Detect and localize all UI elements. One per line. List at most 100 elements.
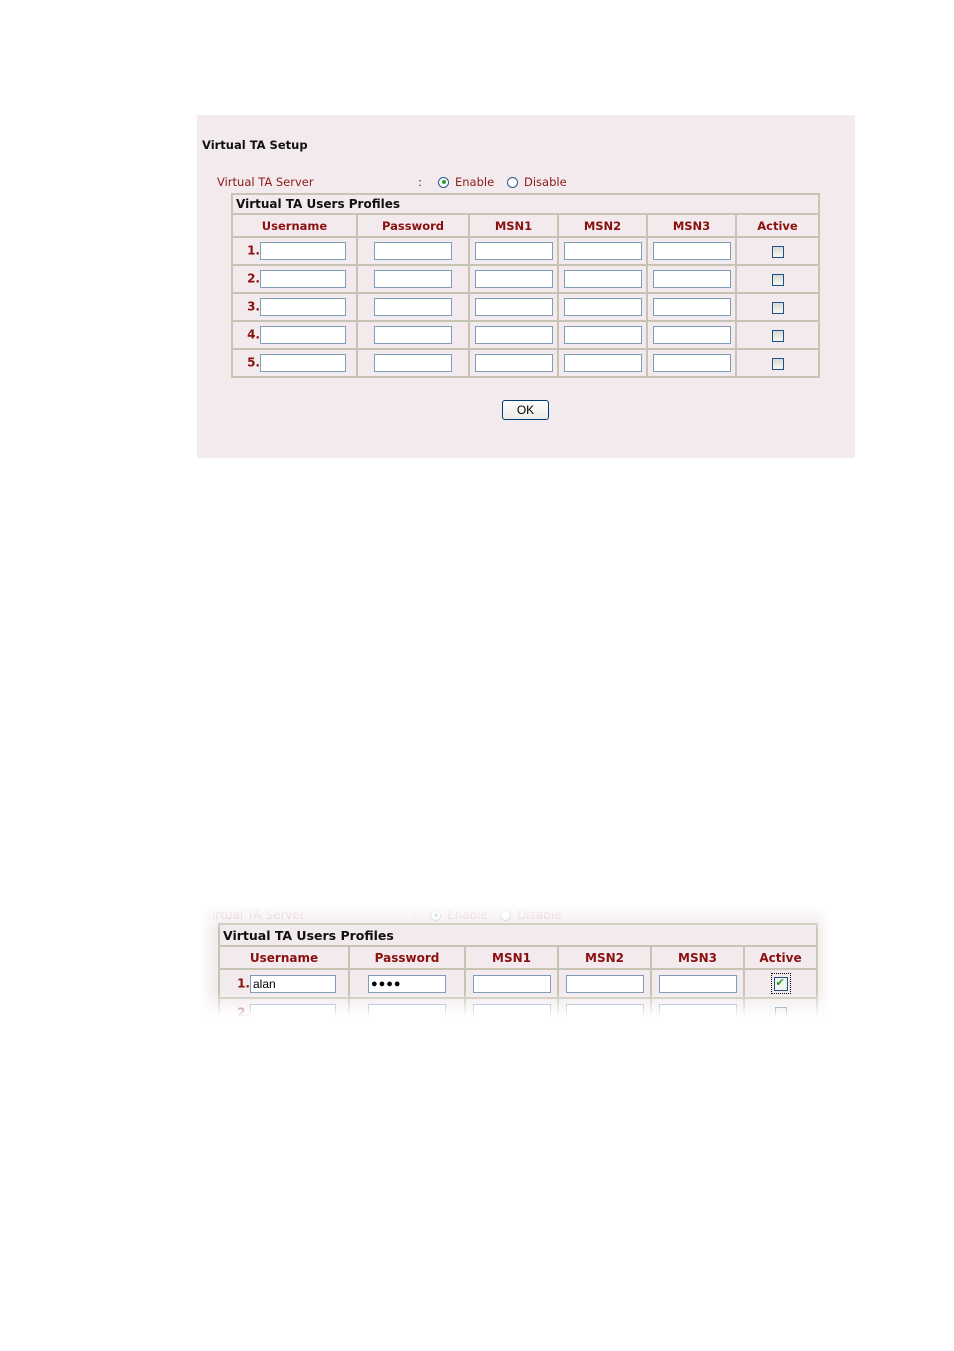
column-header-msn3: MSN3 xyxy=(646,213,737,238)
password-cell xyxy=(356,236,470,266)
password-input[interactable] xyxy=(374,270,452,288)
row-number: 5. xyxy=(247,355,260,370)
username-cell: 5. xyxy=(231,348,358,378)
table-row: 3. xyxy=(231,292,820,322)
password-input[interactable] xyxy=(374,326,452,344)
username-cell: 1. xyxy=(231,236,358,266)
msn1-input[interactable] xyxy=(474,298,553,316)
password-cell xyxy=(356,348,470,378)
table-row: 2. xyxy=(231,264,820,294)
username-input[interactable] xyxy=(260,270,346,288)
detail-column-header-msn3: MSN3 xyxy=(650,945,745,970)
msn2-input[interactable] xyxy=(563,270,642,288)
virtual-ta-server-label: Virtual TA Server xyxy=(217,175,314,189)
enable-radio[interactable] xyxy=(438,176,449,188)
msn1-cell xyxy=(468,320,559,350)
password-input[interactable] xyxy=(374,242,452,260)
table-row: 5. xyxy=(231,348,820,378)
detail-screenshot-crop: Virtual TA Server : Enable Disable Virtu… xyxy=(200,905,830,1020)
msn3-cell xyxy=(646,292,737,322)
msn1-input[interactable] xyxy=(472,974,551,993)
active-checkbox[interactable] xyxy=(771,273,784,286)
msn1-input[interactable] xyxy=(474,326,553,344)
separator-colon: : xyxy=(418,175,422,189)
msn2-cell xyxy=(557,236,648,266)
password-cell xyxy=(356,264,470,294)
active-cell xyxy=(735,264,820,294)
msn3-cell xyxy=(646,236,737,266)
enable-radio-label[interactable]: Enable xyxy=(455,175,494,189)
username-input[interactable] xyxy=(260,242,346,260)
msn3-input[interactable] xyxy=(652,298,731,316)
active-checkbox[interactable] xyxy=(771,301,784,314)
msn1-input[interactable] xyxy=(474,270,553,288)
msn1-cell xyxy=(468,348,559,378)
detail-column-header-msn2: MSN2 xyxy=(557,945,652,970)
msn1-cell xyxy=(468,264,559,294)
fade-overlay-right xyxy=(816,905,830,1020)
msn3-cell xyxy=(646,320,737,350)
active-checkbox[interactable] xyxy=(773,976,788,991)
password-input[interactable] xyxy=(374,298,452,316)
detail-column-header-msn1: MSN1 xyxy=(464,945,559,970)
virtual-ta-server-setting: Virtual TA Server : Enable Disable xyxy=(217,175,857,191)
fade-overlay-bottom xyxy=(200,992,830,1020)
row-number: 4. xyxy=(247,327,260,342)
table-row: 4. xyxy=(231,320,820,350)
ok-button[interactable]: OK xyxy=(502,400,549,420)
msn3-input[interactable] xyxy=(652,354,731,372)
msn2-cell xyxy=(557,292,648,322)
disable-radio-option[interactable]: Disable xyxy=(507,175,567,189)
fade-overlay-top xyxy=(200,905,830,929)
table-row: 1. xyxy=(231,236,820,266)
table-caption: Virtual TA Users Profiles xyxy=(231,193,820,215)
page-title: Virtual TA Setup xyxy=(202,138,308,152)
msn1-input[interactable] xyxy=(474,354,553,372)
msn2-input[interactable] xyxy=(563,326,642,344)
detail-column-header-username: Username xyxy=(218,945,350,970)
msn3-input[interactable] xyxy=(652,242,731,260)
row-number: 2. xyxy=(247,271,260,286)
column-header-password: Password xyxy=(356,213,470,238)
msn2-input[interactable] xyxy=(563,242,642,260)
msn3-input[interactable] xyxy=(652,270,731,288)
detail-column-header-password: Password xyxy=(348,945,466,970)
username-cell: 4. xyxy=(231,320,358,350)
active-checkbox[interactable] xyxy=(771,245,784,258)
fade-overlay-left xyxy=(200,905,218,1020)
password-input[interactable] xyxy=(374,354,452,372)
msn2-cell xyxy=(557,320,648,350)
row-number: 3. xyxy=(247,299,260,314)
column-header-msn2: MSN2 xyxy=(557,213,648,238)
msn3-input[interactable] xyxy=(658,974,737,993)
password-input[interactable]: ●●●● xyxy=(368,974,446,993)
msn2-input[interactable] xyxy=(565,974,644,993)
msn2-input[interactable] xyxy=(563,354,642,372)
disable-radio[interactable] xyxy=(507,176,518,188)
row-number: 1. xyxy=(237,976,250,990)
column-header-msn1: MSN1 xyxy=(468,213,559,238)
password-cell xyxy=(356,320,470,350)
msn2-input[interactable] xyxy=(563,298,642,316)
username-input[interactable] xyxy=(260,354,346,372)
active-cell xyxy=(735,236,820,266)
enable-radio-option[interactable]: Enable xyxy=(438,175,494,189)
column-header-active: Active xyxy=(735,213,820,238)
active-cell xyxy=(735,292,820,322)
column-header-username: Username xyxy=(231,213,358,238)
focus-ring xyxy=(770,973,791,994)
username-input[interactable] xyxy=(260,298,346,316)
msn2-cell xyxy=(557,264,648,294)
msn3-cell xyxy=(646,264,737,294)
active-checkbox[interactable] xyxy=(771,357,784,370)
active-checkbox[interactable] xyxy=(771,329,784,342)
row-number: 1. xyxy=(247,243,260,258)
disable-radio-label[interactable]: Disable xyxy=(524,175,567,189)
msn1-input[interactable] xyxy=(474,242,553,260)
username-cell: 3. xyxy=(231,292,358,322)
active-cell xyxy=(735,348,820,378)
username-input[interactable] xyxy=(260,326,346,344)
msn2-cell xyxy=(557,348,648,378)
username-input[interactable]: alan xyxy=(250,974,336,993)
msn3-input[interactable] xyxy=(652,326,731,344)
